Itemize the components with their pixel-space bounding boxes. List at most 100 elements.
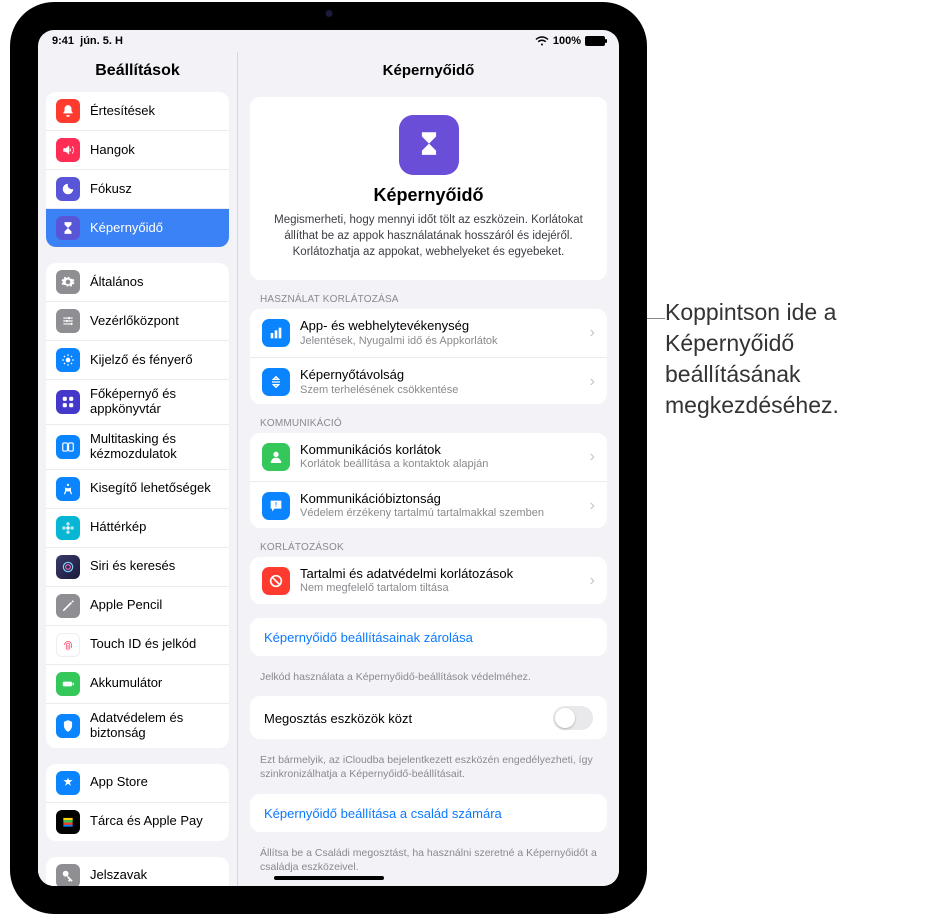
row-subtitle: Jelentések, Nyugalmi idő és Appkorlátok	[300, 335, 580, 349]
chevron-right-icon: ›	[590, 448, 595, 466]
row-text: App- és webhelytevékenység Jelentések, N…	[300, 318, 580, 348]
share-toggle[interactable]	[553, 706, 593, 730]
sidebar-item-privacy[interactable]: Adatvédelem és biztonság	[46, 704, 229, 748]
sidebar-item-appstore[interactable]: App Store	[46, 764, 229, 803]
chevron-right-icon: ›	[590, 572, 595, 590]
sidebar-item-homescreen[interactable]: Főképernyő és appkönyvtár	[46, 380, 229, 425]
home-indicator[interactable]	[274, 876, 384, 880]
row-text: Kommunikációbiztonság Védelem érzékeny t…	[300, 491, 580, 521]
battery-icon	[56, 672, 80, 696]
sidebar-item-focus[interactable]: Fókusz	[46, 170, 229, 209]
hero-hourglass-icon	[399, 115, 459, 175]
row-app-activity[interactable]: App- és webhelytevékenység Jelentések, N…	[250, 309, 607, 358]
lock-card: Képernyőidő beállításainak zárolása	[250, 618, 607, 656]
sidebar-scroll[interactable]: Értesítések Hangok Fókusz	[38, 92, 237, 886]
usage-card: App- és webhelytevékenység Jelentések, N…	[250, 309, 607, 404]
accessibility-icon	[56, 477, 80, 501]
sidebar-item-label: Tárca és Apple Pay	[90, 814, 219, 829]
family-card: Képernyőidő beállítása a család számára	[250, 794, 607, 832]
sidebar-item-label: App Store	[90, 775, 219, 790]
sliders-icon	[56, 309, 80, 333]
ipad-frame: 9:41 jún. 5. H 100% Beállítások	[10, 2, 647, 914]
row-text: Tartalmi és adatvédelmi korlátozások Nem…	[300, 566, 580, 596]
status-time: 9:41	[52, 35, 74, 47]
wifi-icon	[535, 36, 549, 46]
wallet-icon	[56, 810, 80, 834]
hero-title: Képernyőidő	[268, 185, 589, 206]
section-header-comm: KOMMUNIKÁCIÓ	[238, 418, 619, 433]
lock-settings-link[interactable]: Képernyőidő beállításainak zárolása	[250, 618, 607, 656]
sidebar-item-multitasking[interactable]: Multitasking és kézmozdulatok	[46, 425, 229, 470]
row-comm-safety[interactable]: ! Kommunikációbiztonság Védelem érzékeny…	[250, 482, 607, 528]
sidebar-item-label: Általános	[90, 275, 219, 290]
sidebar-item-label: Háttérkép	[90, 520, 219, 535]
sidebar-item-label: Kisegítő lehetőségek	[90, 481, 219, 496]
row-screen-distance[interactable]: Képernyőtávolság Szem terhelésének csökk…	[250, 358, 607, 404]
row-subtitle: Korlátok beállítása a kontaktok alapján	[300, 458, 580, 472]
sidebar-item-label: Multitasking és kézmozdulatok	[90, 432, 219, 462]
share-across-devices-row[interactable]: Megosztás eszközök közt	[250, 696, 607, 739]
sidebar-item-label: Hangok	[90, 143, 219, 158]
sidebar-item-control-center[interactable]: Vezérlőközpont	[46, 302, 229, 341]
sidebar-item-label: Főképernyő és appkönyvtár	[90, 387, 219, 417]
sidebar-item-label: Apple Pencil	[90, 598, 219, 613]
share-label: Megosztás eszközök közt	[264, 711, 412, 726]
sidebar-item-wallpaper[interactable]: Háttérkép	[46, 509, 229, 548]
row-title: App- és webhelytevékenység	[300, 318, 580, 334]
lock-footer-note: Jelkód használata a Képernyőidő-beállítá…	[238, 670, 619, 696]
sidebar-item-label: Jelszavak	[90, 868, 219, 883]
section-header-usage: HASZNÁLAT KORLÁTOZÁSA	[238, 294, 619, 309]
status-left: 9:41 jún. 5. H	[52, 35, 123, 47]
battery-icon	[585, 36, 605, 46]
sidebar-item-label: Adatvédelem és biztonság	[90, 711, 219, 741]
sidebar-item-touchid[interactable]: Touch ID és jelkód	[46, 626, 229, 665]
sun-icon	[56, 348, 80, 372]
flower-icon	[56, 516, 80, 540]
sidebar-item-battery[interactable]: Akkumulátor	[46, 665, 229, 704]
status-right: 100%	[535, 35, 605, 47]
key-icon	[56, 864, 80, 886]
appstore-icon	[56, 771, 80, 795]
restrict-card: Tartalmi és adatvédelmi korlátozások Nem…	[250, 557, 607, 604]
sidebar-item-passwords[interactable]: Jelszavak	[46, 857, 229, 886]
settings-sidebar: Beállítások Értesítések	[38, 52, 238, 886]
front-camera-dot	[325, 10, 332, 17]
sidebar-group-4: Jelszavak Mail Kontaktok	[46, 857, 229, 886]
sidebar-item-pencil[interactable]: Apple Pencil	[46, 587, 229, 626]
sidebar-item-label: Értesítések	[90, 104, 219, 119]
sidebar-item-label: Vezérlőközpont	[90, 314, 219, 329]
row-text: Képernyőtávolság Szem terhelésének csökk…	[300, 367, 580, 397]
row-subtitle: Nem megfelelő tartalom tiltása	[300, 582, 580, 596]
speaker-icon	[56, 138, 80, 162]
chevron-right-icon: ›	[590, 497, 595, 515]
family-setup-link[interactable]: Képernyőidő beállítása a család számára	[250, 794, 607, 832]
row-title: Képernyőtávolság	[300, 367, 580, 383]
sidebar-item-siri[interactable]: Siri és keresés	[46, 548, 229, 587]
sidebar-item-sounds[interactable]: Hangok	[46, 131, 229, 170]
sidebar-item-general[interactable]: Általános	[46, 263, 229, 302]
share-card: Megosztás eszközök közt	[250, 696, 607, 739]
row-content-privacy[interactable]: Tartalmi és adatvédelmi korlátozások Nem…	[250, 557, 607, 604]
row-subtitle: Védelem érzékeny tartalmú tartalmakkal s…	[300, 507, 580, 521]
fingerprint-icon	[56, 633, 80, 657]
callout-text: Koppintson ide a Képernyőidő beállításán…	[665, 297, 915, 421]
hourglass-icon	[56, 216, 80, 240]
bell-icon	[56, 99, 80, 123]
moon-icon	[56, 177, 80, 201]
sidebar-item-wallet[interactable]: Tárca és Apple Pay	[46, 803, 229, 841]
sidebar-item-notifications[interactable]: Értesítések	[46, 92, 229, 131]
sidebar-item-screentime[interactable]: Képernyőidő	[46, 209, 229, 247]
chevron-right-icon: ›	[590, 324, 595, 342]
siri-icon	[56, 555, 80, 579]
detail-pane[interactable]: Képernyőidő Képernyőidő Megismerheti, ho…	[238, 52, 619, 886]
rects-icon	[56, 435, 80, 459]
hero-card: Képernyőidő Megismerheti, hogy mennyi id…	[250, 97, 607, 280]
svg-text:!: !	[275, 502, 277, 509]
sidebar-group-3: App Store Tárca és Apple Pay	[46, 764, 229, 841]
sidebar-item-accessibility[interactable]: Kisegítő lehetőségek	[46, 470, 229, 509]
chevron-right-icon: ›	[590, 373, 595, 391]
row-comm-limits[interactable]: Kommunikációs korlátok Korlátok beállítá…	[250, 433, 607, 482]
sidebar-item-display[interactable]: Kijelző és fényerő	[46, 341, 229, 380]
status-bar: 9:41 jún. 5. H 100%	[38, 30, 619, 52]
battery-percent: 100%	[553, 35, 581, 47]
